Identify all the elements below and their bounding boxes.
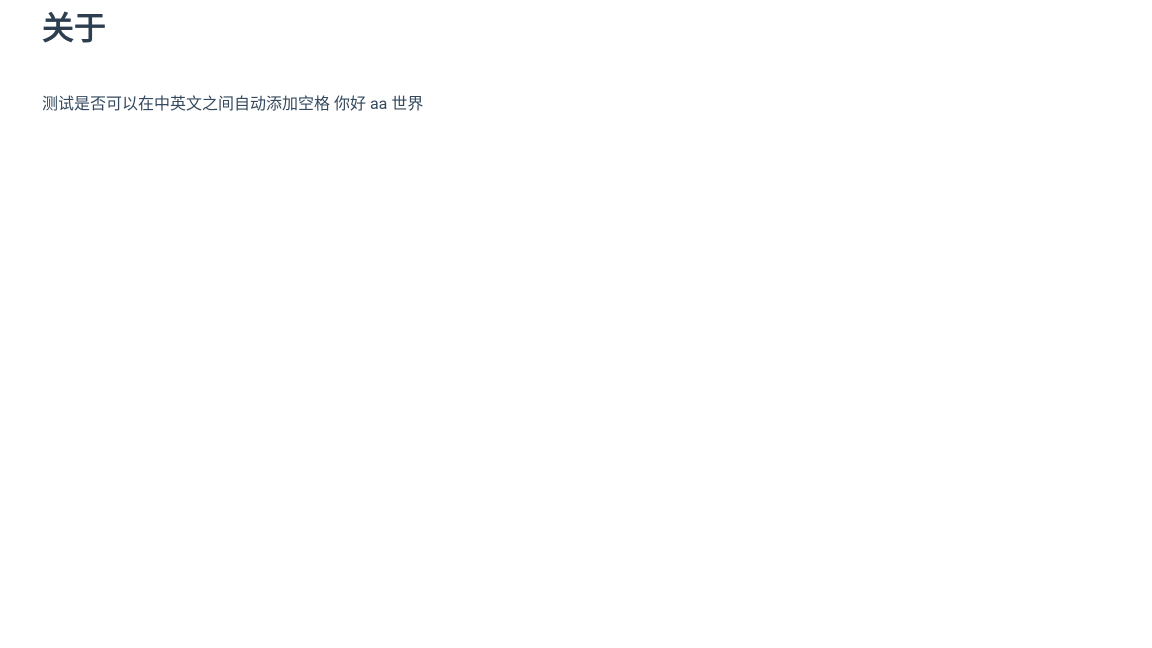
body-paragraph: 测试是否可以在中英文之间自动添加空格 你好 aa 世界 [42,90,1110,117]
page-heading: 关于 [42,8,1110,48]
content-area: 关于 测试是否可以在中英文之间自动添加空格 你好 aa 世界 [0,0,1152,117]
